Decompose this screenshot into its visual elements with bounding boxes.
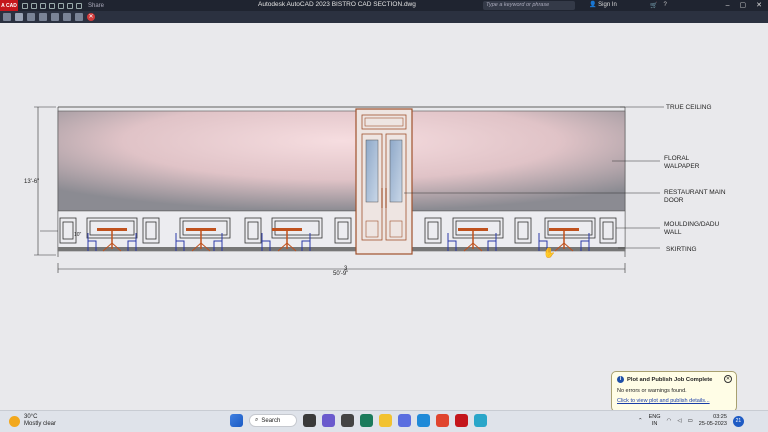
notification-title: Plot and Publish Job Complete xyxy=(627,376,713,383)
label-wallpaper: WALPAPER xyxy=(664,163,700,170)
app-icon-1[interactable] xyxy=(341,414,354,427)
window-title: Autodesk AutoCAD 2023 BISTRO CAD SECTION… xyxy=(258,1,416,8)
task-view-icon[interactable] xyxy=(303,414,316,427)
sign-in-button[interactable]: 👤 Sign In xyxy=(589,1,617,10)
skirting xyxy=(58,247,625,251)
info-icon: i xyxy=(617,376,624,383)
label-true-ceiling: TRUE CEILING xyxy=(666,104,712,111)
teams-icon[interactable] xyxy=(322,414,335,427)
clock-time: 03:25 xyxy=(713,414,727,420)
zoom-icon[interactable] xyxy=(27,13,35,21)
file-explorer-icon[interactable] xyxy=(379,414,392,427)
open-file-icon[interactable] xyxy=(31,2,37,9)
title-bar: A CAD Share Autodesk AutoCAD 2023 BISTRO… xyxy=(0,0,768,11)
zoom-window-icon[interactable] xyxy=(39,13,47,21)
language-indicator[interactable]: ENG IN xyxy=(649,414,661,428)
redo-icon[interactable] xyxy=(76,2,82,9)
plot-complete-notification: i Plot and Publish Job Complete ✕ No erro… xyxy=(611,371,737,421)
temperature: 30°C xyxy=(24,414,38,420)
label-door-2: DOOR xyxy=(664,197,684,204)
plot-settings-icon[interactable] xyxy=(63,13,71,21)
save-icon[interactable] xyxy=(40,2,46,9)
edge-icon[interactable] xyxy=(417,414,430,427)
notification-message: No errors or warnings found. xyxy=(617,388,687,394)
undo-icon[interactable] xyxy=(67,2,73,9)
autocad-logo-icon[interactable]: A CAD xyxy=(0,0,18,11)
zoom-original-icon[interactable] xyxy=(51,13,59,21)
close-notification-button[interactable]: ✕ xyxy=(724,375,732,383)
maximize-icon[interactable]: ▢ xyxy=(740,0,747,11)
search-icon: ⌕ xyxy=(255,417,259,423)
pan-cursor-icon: ✋ xyxy=(543,246,555,259)
minimize-icon[interactable]: – xyxy=(726,0,730,11)
label-moulding-1: MOULDING/DADU xyxy=(664,221,720,228)
chrome-icon[interactable] xyxy=(436,414,449,427)
dim-width-label: 50'-9" xyxy=(333,271,348,277)
wifi-icon[interactable]: ◠ xyxy=(667,418,672,424)
windows-start-icon[interactable] xyxy=(230,414,243,427)
dim-height-label: 13'-6" xyxy=(24,179,39,185)
language-secondary: IN xyxy=(651,421,658,427)
section-drawing: 13'-6" 3 50'-9" 10" TRUE CEILING FLORAL … xyxy=(24,104,726,277)
plot-icon[interactable] xyxy=(3,13,11,21)
app-icon-3[interactable] xyxy=(474,414,487,427)
autocad-taskbar-icon[interactable] xyxy=(455,414,468,427)
store-icon[interactable] xyxy=(360,414,373,427)
battery-icon[interactable]: ▭ xyxy=(688,418,693,424)
close-preview-icon[interactable]: ✕ xyxy=(87,13,95,21)
chevron-up-icon[interactable]: ⌃ xyxy=(638,418,643,424)
weather-widget[interactable]: 30°C Mostly clear xyxy=(9,414,56,428)
close-icon[interactable]: ✕ xyxy=(756,0,762,11)
share-button[interactable]: Share xyxy=(88,3,104,9)
cart-icon[interactable]: 🛒 xyxy=(650,2,657,9)
label-moulding-2: WALL xyxy=(664,229,682,236)
weather-condition: Mostly clear xyxy=(24,421,57,427)
label-door-1: RESTAURANT MAIN xyxy=(664,189,726,196)
system-tray: ⌃ ENG IN ◠ ◁ ▭ 03:25 25-05-2023 21 xyxy=(638,414,744,428)
new-file-icon[interactable] xyxy=(22,2,28,9)
windows-taskbar: 30°C Mostly clear ⌕ Search ⌃ ENG IN ◠ ◁ ▭… xyxy=(0,410,768,432)
taskbar-search-button[interactable]: ⌕ Search xyxy=(249,414,297,427)
label-skirting: SKIRTING xyxy=(666,246,697,253)
window-controls: – ▢ ✕ xyxy=(726,0,766,11)
language-primary: ENG xyxy=(648,414,661,420)
title-toolbar-icons: 🛒 ? xyxy=(650,2,667,9)
save-as-icon[interactable] xyxy=(49,2,55,9)
view-details-link[interactable]: Click to view plot and publish details..… xyxy=(617,398,731,404)
weather-icon xyxy=(9,415,20,427)
floral-wallpaper xyxy=(57,110,626,212)
print-icon[interactable] xyxy=(58,2,64,9)
search-input[interactable]: Type a keyword or phrase xyxy=(483,1,575,10)
notification-badge[interactable]: 21 xyxy=(732,415,744,427)
pan-icon[interactable] xyxy=(15,13,23,21)
label-floral: FLORAL xyxy=(664,155,690,162)
volume-icon[interactable]: ◁ xyxy=(677,418,681,424)
view-toolbar: ✕ xyxy=(0,11,768,23)
plot-preview-canvas[interactable]: 13'-6" 3 50'-9" 10" TRUE CEILING FLORAL … xyxy=(0,23,768,421)
sign-in-label: Sign In xyxy=(598,2,617,8)
user-icon: 👤 xyxy=(589,2,597,8)
help-icon[interactable]: ? xyxy=(663,2,666,9)
clock[interactable]: 03:25 25-05-2023 xyxy=(699,414,727,428)
restaurant-main-door xyxy=(355,108,413,255)
quick-access-toolbar xyxy=(22,2,82,9)
dim-small-label: 10" xyxy=(74,232,82,238)
page-setup-icon[interactable] xyxy=(75,13,83,21)
app-icon-2[interactable] xyxy=(398,414,411,427)
taskbar-search-label: Search xyxy=(261,417,281,424)
taskbar-apps: ⌕ Search xyxy=(230,414,487,427)
clock-date: 25-05-2023 xyxy=(698,421,727,427)
